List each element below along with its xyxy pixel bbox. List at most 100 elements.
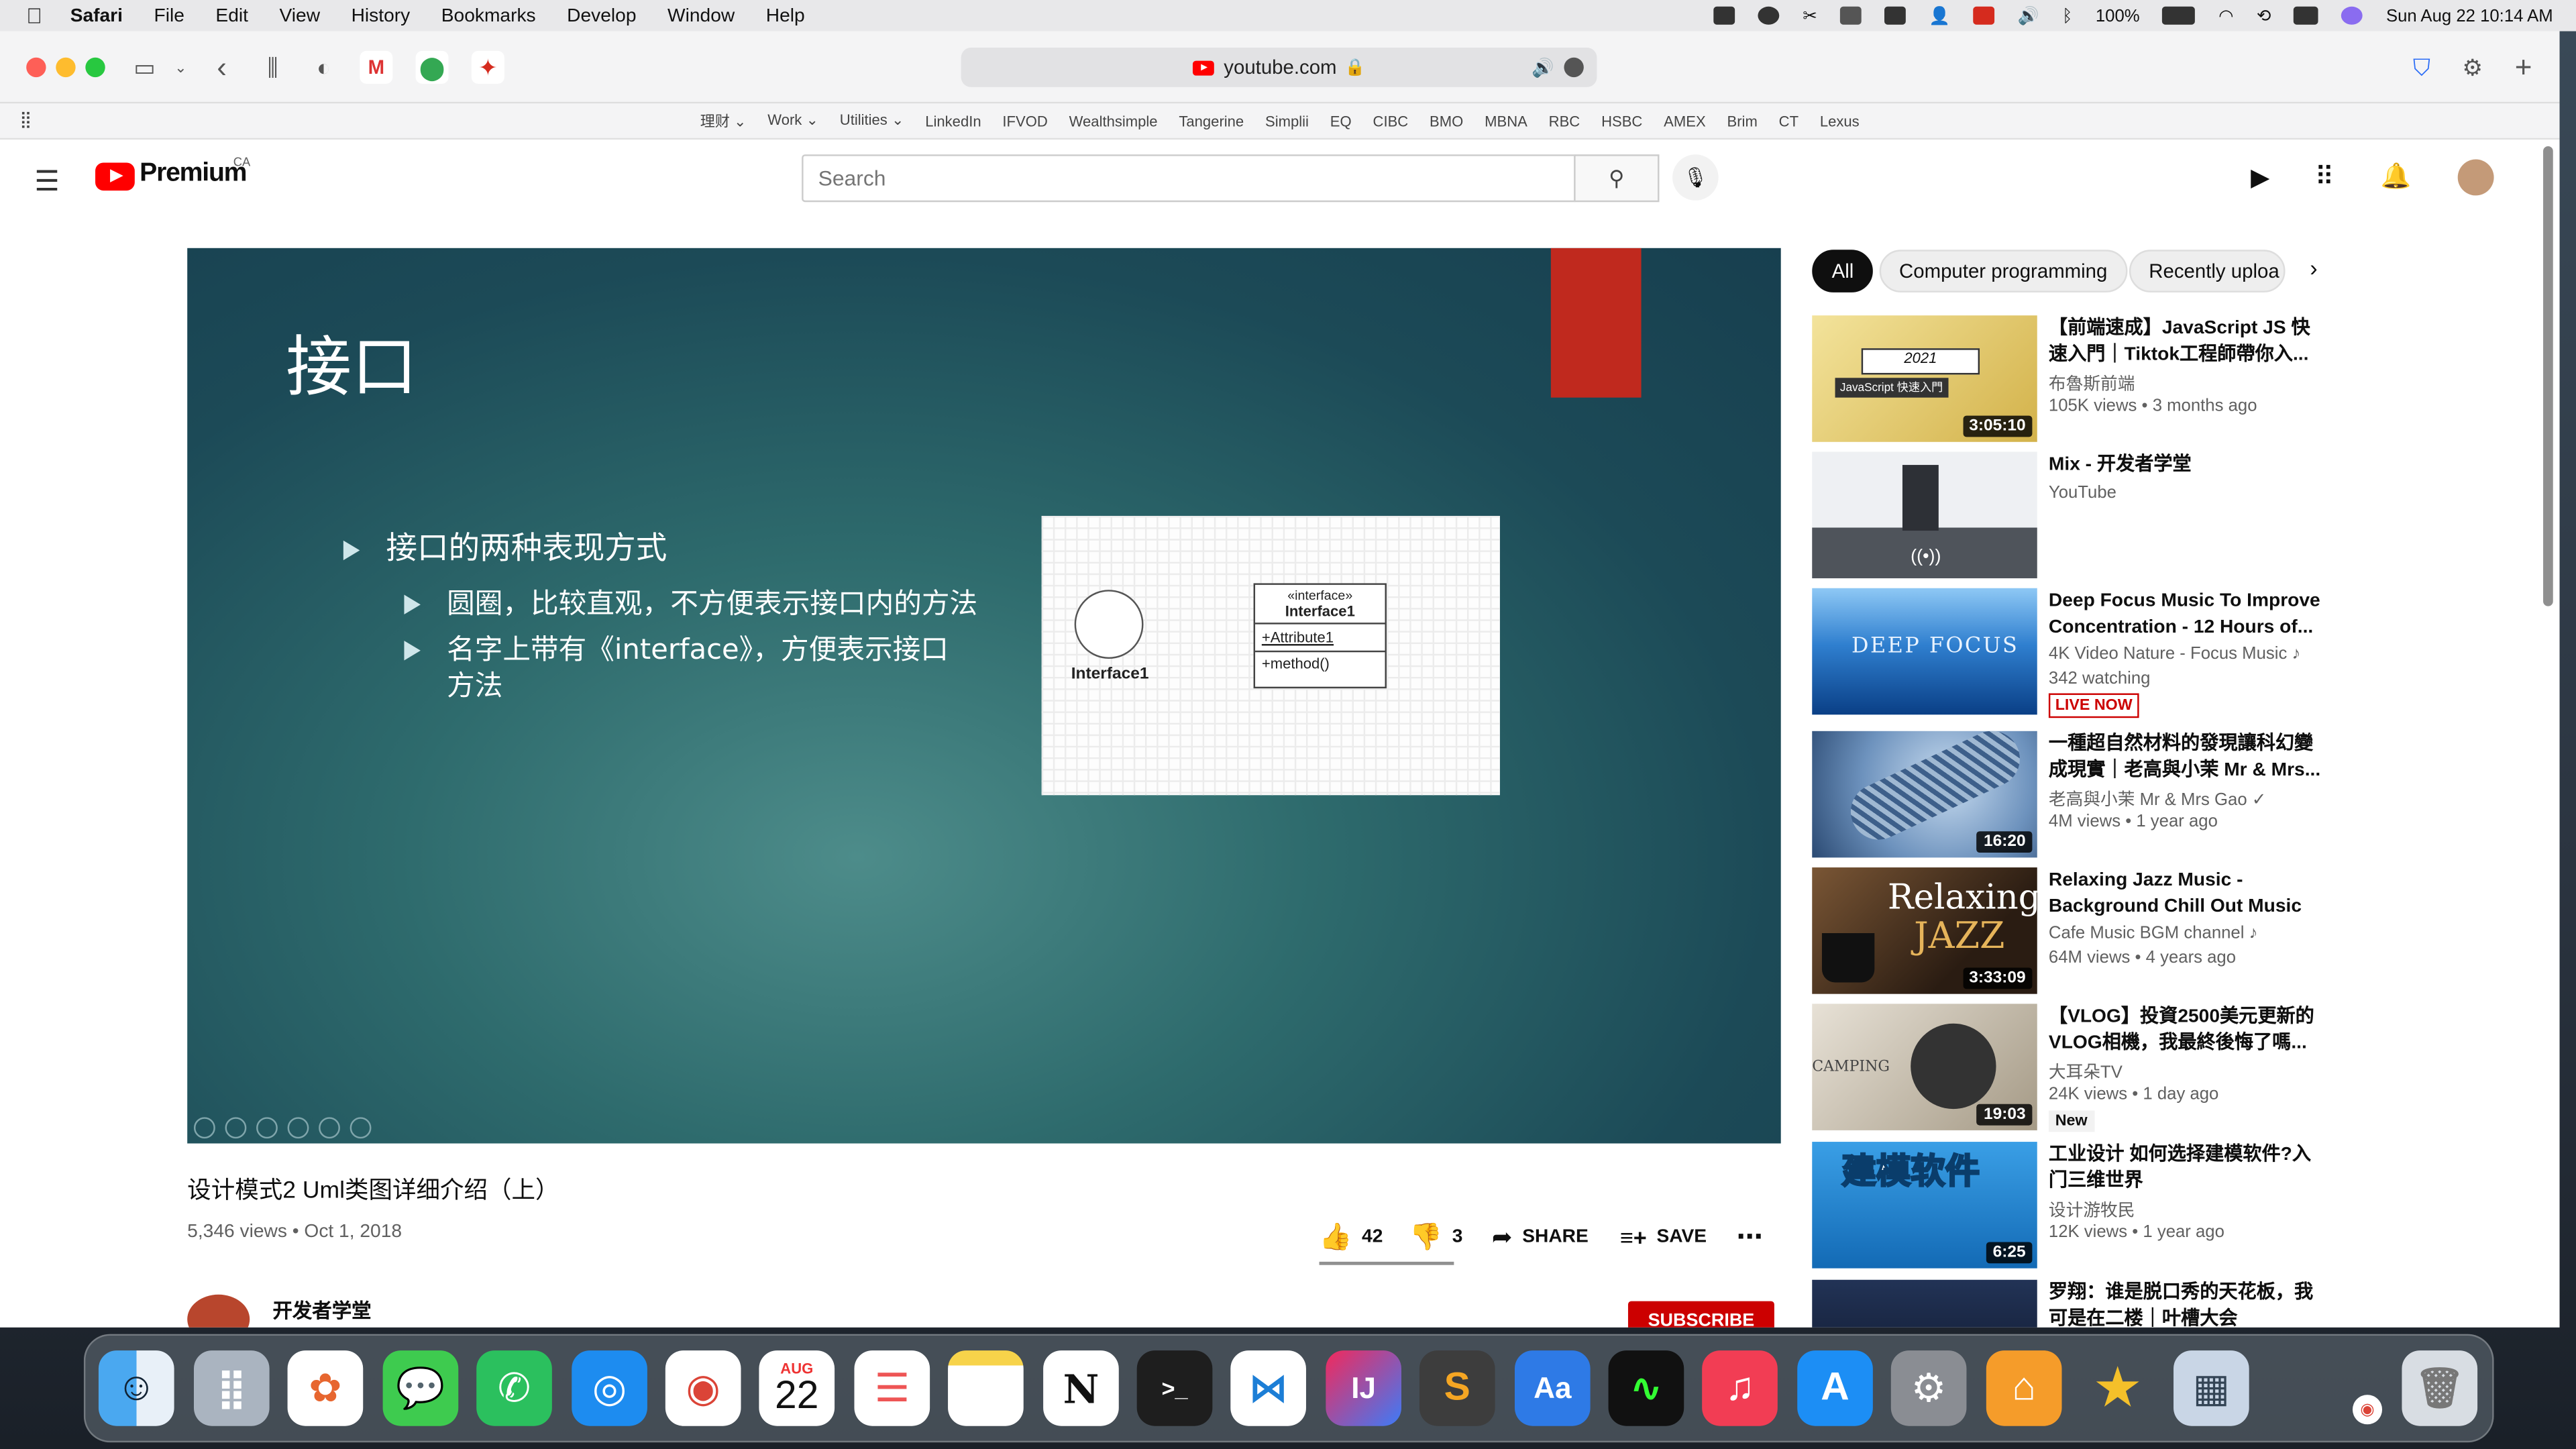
scissors-icon[interactable]: ✂ bbox=[1803, 6, 1817, 25]
bookmark-linkedin[interactable]: LinkedIn bbox=[925, 113, 981, 129]
dock-vscode[interactable]: ⋈ bbox=[1230, 1350, 1306, 1426]
time-machine-icon[interactable]: ⟲ bbox=[2257, 6, 2271, 25]
more-options-icon[interactable] bbox=[1564, 57, 1584, 78]
dock-chrome-minimized[interactable]: ◉ bbox=[2352, 1395, 2383, 1425]
bookmark-work[interactable]: Work ⌄ bbox=[767, 112, 818, 130]
canada-flag-icon[interactable] bbox=[1973, 6, 1995, 25]
menu-file[interactable]: File bbox=[154, 6, 184, 25]
like-button[interactable]: 👍 42 bbox=[1320, 1219, 1383, 1255]
rec-title[interactable]: 一種超自然材料的發現讓科幻變成現實｜老高與小茉 Mr & Mrs... bbox=[2049, 731, 2324, 784]
rec-item[interactable]: 建模软件 6:25 工业设计 如何选择建模软件?入门三维世界 设计游牧民 12K… bbox=[1812, 1142, 2338, 1270]
bookmark-lexus[interactable]: Lexus bbox=[1820, 113, 1860, 129]
dock-terminal[interactable]: >_ bbox=[1136, 1350, 1213, 1426]
dock-preview[interactable]: ▦ bbox=[2174, 1350, 2249, 1426]
menu-develop[interactable]: Develop bbox=[567, 6, 636, 25]
rec-item[interactable]: Relaxing JAZZ 3:33:09 Relaxing Jazz Musi… bbox=[1812, 867, 2338, 996]
battery-percent[interactable]: 100% bbox=[2096, 6, 2140, 25]
shield-icon[interactable]: ◐ bbox=[307, 51, 340, 84]
bars-icon[interactable]: ⫼ bbox=[256, 51, 289, 84]
subscribe-button[interactable]: SUBSCRIBE bbox=[1627, 1301, 1774, 1328]
control-center-icon[interactable] bbox=[2294, 6, 2319, 25]
zoom-icon[interactable] bbox=[319, 1117, 340, 1139]
new-tab-icon[interactable]: + bbox=[2507, 50, 2540, 84]
rec-thumbnail[interactable]: Relaxing JAZZ 3:33:09 bbox=[1812, 867, 2037, 994]
more-actions-icon[interactable]: ⋯ bbox=[1737, 1219, 1763, 1255]
rec-channel[interactable]: 4K Video Nature - Focus Music ♪ bbox=[2049, 644, 2300, 663]
chevron-right-icon[interactable]: › bbox=[2310, 255, 2317, 281]
bookmark-amex[interactable]: AMEX bbox=[1664, 113, 1705, 129]
rec-channel[interactable]: 大耳朵TV bbox=[2049, 1060, 2123, 1085]
bookmark-ifvod[interactable]: IFVOD bbox=[1002, 113, 1047, 129]
screen-icon[interactable] bbox=[1713, 6, 1735, 25]
avatar[interactable] bbox=[2457, 159, 2494, 196]
rec-title[interactable]: 罗翔：谁是脱口秀的天花板，我可是在二楼｜叶槽大会 bbox=[2049, 1280, 2324, 1328]
gmail-icon[interactable]: M bbox=[360, 50, 393, 84]
video-player[interactable]: 接口 接口的两种表现方式 圆圈，比较直观，不方便表示接口内的方法 名字上带有《i… bbox=[187, 248, 1781, 1144]
rec-item[interactable]: ((•)) Mix - 开发者学堂 YouTube bbox=[1812, 451, 2338, 580]
chip-recently-uploaded[interactable]: Recently uploa bbox=[2129, 250, 2286, 292]
bookmark-eq[interactable]: EQ bbox=[1330, 113, 1352, 129]
siri-icon[interactable] bbox=[2341, 6, 2363, 25]
hamburger-menu-icon[interactable]: ☰ bbox=[34, 166, 59, 199]
dock-messages[interactable]: 💬 bbox=[382, 1350, 459, 1426]
maple-leaf-icon[interactable]: ✦ bbox=[471, 50, 504, 84]
wifi-icon[interactable]: ◠ bbox=[2218, 6, 2233, 25]
rec-item[interactable]: 16:20 一種超自然材料的發現讓科幻變成現實｜老高與小茉 Mr & Mrs..… bbox=[1812, 731, 2338, 859]
rec-channel[interactable]: 布魯斯前端 bbox=[2049, 371, 2135, 396]
address-bar[interactable]: youtube.com 🔒 🔊 bbox=[961, 48, 1597, 87]
maps-icon[interactable]: ⬤ bbox=[415, 50, 449, 84]
chip-computer-programming[interactable]: Computer programming bbox=[1879, 250, 2127, 292]
dock-intellij[interactable]: IJ bbox=[1326, 1350, 1401, 1426]
minimize-window-button[interactable] bbox=[56, 57, 76, 78]
bookmark-simplii[interactable]: Simplii bbox=[1265, 113, 1309, 129]
bookmark-mbna[interactable]: MBNA bbox=[1485, 113, 1527, 129]
channel-name[interactable]: 开发者学堂 bbox=[273, 1296, 372, 1324]
dock-safari[interactable]: ◎ bbox=[572, 1350, 647, 1426]
rec-thumbnail[interactable]: 2021 JavaScript 快速入門 3:05:10 bbox=[1812, 315, 2037, 442]
bookmark-brim[interactable]: Brim bbox=[1727, 113, 1758, 129]
page-scrollbar-thumb[interactable] bbox=[2543, 146, 2553, 606]
dock-wechat[interactable]: ✆ bbox=[476, 1350, 552, 1426]
dock-launchpad[interactable]: ⣿ bbox=[193, 1350, 270, 1426]
clock[interactable]: Sun Aug 22 10:14 AM bbox=[2386, 6, 2553, 25]
rec-thumbnail[interactable]: 建模软件 6:25 bbox=[1812, 1142, 2037, 1269]
channel-avatar[interactable] bbox=[187, 1294, 250, 1328]
menu-bookmarks[interactable]: Bookmarks bbox=[441, 6, 536, 25]
bookmark-ct[interactable]: CT bbox=[1779, 113, 1799, 129]
menu-edit[interactable]: Edit bbox=[215, 6, 248, 25]
audio-icon[interactable]: 🔊 bbox=[1532, 56, 1554, 78]
privacy-shield-icon[interactable]: ⛉ bbox=[2405, 51, 2438, 84]
close-window-button[interactable] bbox=[26, 57, 46, 78]
rec-channel[interactable]: 设计游牧民 bbox=[2049, 1197, 2135, 1222]
bookmark-wealthsimple[interactable]: Wealthsimple bbox=[1069, 113, 1158, 129]
menu-help[interactable]: Help bbox=[766, 6, 805, 25]
user-icon[interactable]: 👤 bbox=[1929, 5, 1950, 26]
dock-notion[interactable]: N bbox=[1043, 1350, 1119, 1426]
search-status-icon[interactable] bbox=[1758, 6, 1780, 25]
bookmark-licai[interactable]: 理财 ⌄ bbox=[700, 110, 747, 131]
chevron-down-icon[interactable]: ⌄ bbox=[164, 51, 197, 84]
rec-channel[interactable]: Cafe Music BGM channel ♪ bbox=[2049, 923, 2258, 943]
rec-title[interactable]: Relaxing Jazz Music - Background Chill O… bbox=[2049, 867, 2324, 922]
rec-title[interactable]: 工业设计 如何选择建模软件?入门三维世界 bbox=[2049, 1142, 2324, 1194]
battery-icon[interactable] bbox=[2162, 6, 2196, 25]
more-icon[interactable] bbox=[350, 1117, 372, 1139]
menu-history[interactable]: History bbox=[352, 6, 411, 25]
rec-thumbnail[interactable]: DEEP FOCUS bbox=[1812, 588, 2037, 715]
rec-item[interactable]: DEEP FOCUS Deep Focus Music To Improve C… bbox=[1812, 588, 2338, 718]
voice-search-button[interactable]: 🎙 bbox=[1672, 154, 1719, 201]
dock-music[interactable]: ♫ bbox=[1702, 1350, 1778, 1426]
dock-chrome[interactable]: ◉ bbox=[665, 1350, 741, 1426]
prev-slide-icon[interactable] bbox=[193, 1117, 215, 1139]
rec-title[interactable]: 【VLOG】投資2500美元更新的VLOG相機，我最終後悔了嗎... bbox=[2049, 1004, 2324, 1056]
volume-icon[interactable]: 🔊 bbox=[2018, 5, 2039, 26]
notifications-bell-icon[interactable]: 🔔 bbox=[2381, 161, 2412, 191]
apple-menu-icon[interactable]:  bbox=[26, 3, 42, 28]
dislike-button[interactable]: 👎 3 bbox=[1409, 1219, 1462, 1255]
dock-finder[interactable]: ☺ bbox=[98, 1350, 174, 1426]
bluetooth-icon[interactable]: ᛒ bbox=[2062, 6, 2072, 25]
back-icon[interactable]: ‹ bbox=[205, 50, 238, 84]
dock-photos[interactable]: ✿ bbox=[287, 1350, 364, 1426]
dock-calendar[interactable]: AUG 22 bbox=[759, 1350, 835, 1426]
dock-trash[interactable]: 🗑 bbox=[2402, 1350, 2478, 1426]
